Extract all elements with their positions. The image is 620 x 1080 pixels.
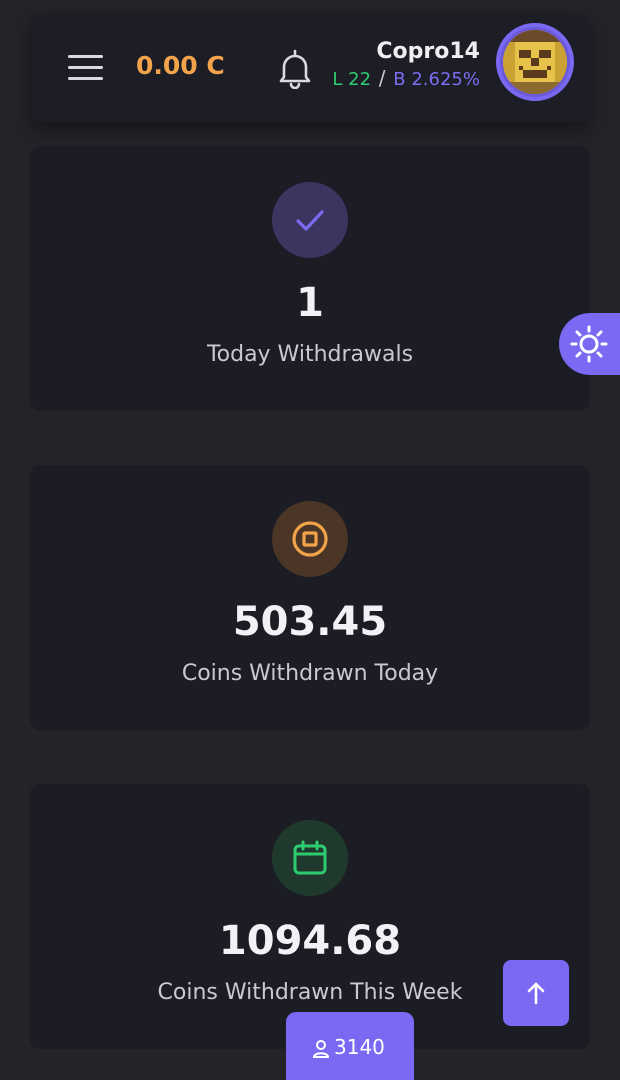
arrow-up-icon [527,982,545,1005]
check-icon [272,182,348,258]
coin-icon [272,501,348,577]
calendar-icon [272,820,348,896]
user-info[interactable]: Copro14 L 22 / B 2.625% [332,38,480,92]
top-header: 0.00 C Copro14 L 22 / B 2.625% [30,14,590,122]
bonus-text: B 2.625% [393,69,480,90]
sun-icon [570,325,608,363]
stat-card-today-withdrawals: 1 Today Withdrawals [30,146,590,411]
level-bonus: L 22 / B 2.625% [332,66,480,92]
stat-value: 1094.68 [218,918,402,964]
user-icon [312,1040,330,1058]
bell-icon[interactable] [275,47,315,90]
stat-value: 503.45 [232,599,388,645]
avatar[interactable] [496,23,574,101]
balance-display: 0.00 C [136,51,225,80]
stat-label: Today Withdrawals [206,342,414,367]
stat-card-coins-today: 503.45 Coins Withdrawn Today [30,465,590,730]
level-text: L 22 [332,69,372,90]
avatar-image [503,30,567,94]
page: 0.00 C Copro14 L 22 / B 2.625% 1 Today W… [0,0,620,1080]
level-separator: / [378,66,386,90]
username: Copro14 [376,39,480,64]
stat-label: Coins Withdrawn Today [181,661,439,686]
online-count: 3140 [334,1035,385,1059]
online-users-button[interactable]: 3140 [286,1012,414,1080]
stat-value: 1 [296,280,324,326]
scroll-to-top-button[interactable] [503,960,569,1026]
theme-toggle-button[interactable] [559,313,620,375]
hamburger-menu-icon[interactable] [68,54,104,82]
